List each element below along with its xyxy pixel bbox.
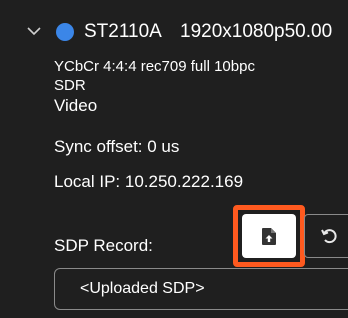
revert-sdp-button[interactable] [304, 214, 348, 258]
sdp-select[interactable]: <Uploaded SDP> [54, 268, 348, 310]
stream-format: 1920x1080p50.00 [180, 21, 333, 42]
dynamic-range: SDR [54, 77, 86, 94]
sync-offset: Sync offset: 0 us [54, 137, 180, 156]
stream-header[interactable]: ST2110A 1920x1080p50.00 [0, 18, 348, 48]
color-info: YCbCr 4:4:4 rec709 full 10bpc [54, 58, 255, 75]
sdp-select-value: <Uploaded SDP> [80, 280, 205, 297]
chevron-down-icon[interactable] [26, 23, 42, 39]
undo-icon [321, 229, 337, 244]
file-upload-icon [262, 227, 276, 245]
media-type: Video [54, 96, 98, 115]
stream-status-dot [56, 23, 74, 41]
stream-panel: ST2110A 1920x1080p50.00 YCbCr 4:4:4 rec7… [0, 0, 348, 318]
sdp-record-label: SDP Record: [54, 236, 153, 255]
stream-name: ST2110A [84, 21, 162, 42]
local-ip: Local IP: 10.250.222.169 [54, 172, 244, 191]
upload-sdp-button[interactable] [242, 214, 296, 258]
